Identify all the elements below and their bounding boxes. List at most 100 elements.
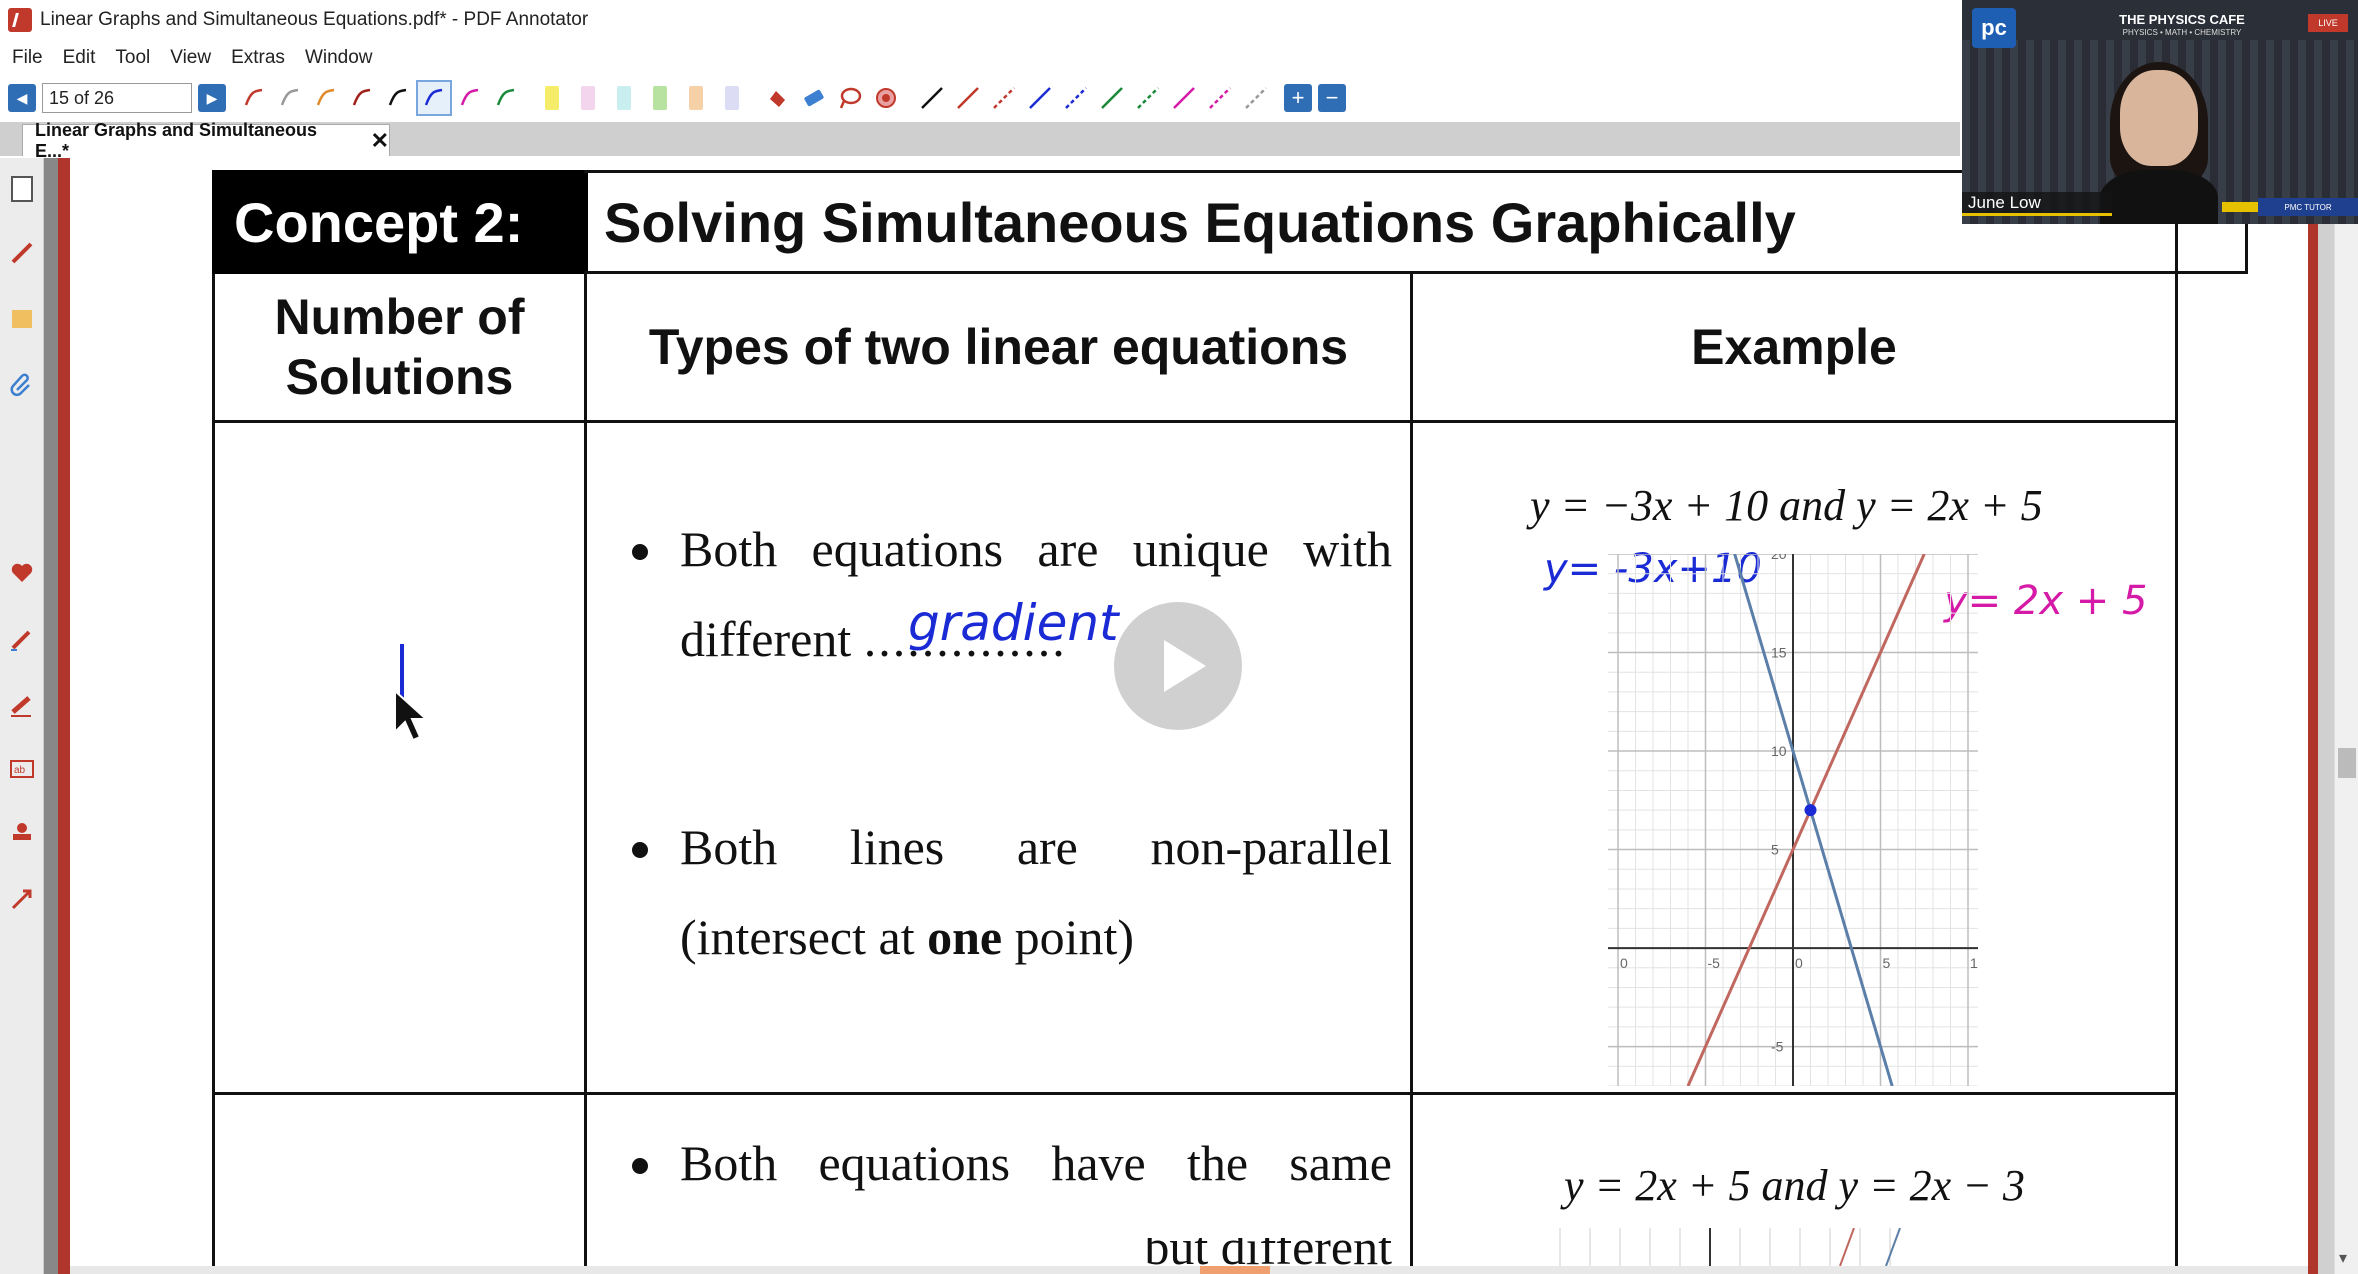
toolbar: ◀ ▶ + − bbox=[0, 78, 1960, 118]
svg-text:ab: ab bbox=[14, 765, 26, 776]
header-example: Example bbox=[1691, 319, 1897, 375]
vertical-scrollbar[interactable]: ▾ bbox=[2334, 158, 2358, 1274]
row1-bullet2-line2: (intersect at one point) bbox=[680, 908, 1134, 966]
highlighter-lavender-icon[interactable] bbox=[714, 80, 750, 116]
eraser-icon[interactable] bbox=[796, 80, 832, 116]
stamp-circle-icon[interactable] bbox=[868, 80, 904, 116]
y-tick-label: 20 bbox=[1771, 554, 1787, 562]
pen-red-icon[interactable] bbox=[236, 80, 272, 116]
highlighter-green-icon[interactable] bbox=[642, 80, 678, 116]
row1-bullet1-line1: Both equations are unique with bbox=[680, 521, 1392, 577]
hand-icon[interactable] bbox=[760, 80, 796, 116]
row-divider bbox=[212, 1092, 2178, 1095]
line-blue-dashed-icon[interactable] bbox=[1058, 80, 1094, 116]
app-icon bbox=[8, 8, 32, 32]
highlighter-tool-icon[interactable] bbox=[7, 624, 37, 654]
intersection-point bbox=[1804, 804, 1817, 817]
physics-cafe-logo: pc bbox=[1972, 8, 2016, 48]
text-box-icon[interactable]: ab bbox=[7, 754, 37, 784]
paperclip-icon[interactable] bbox=[7, 370, 37, 400]
menu-view[interactable]: View bbox=[170, 47, 211, 69]
prev-page-icon[interactable]: ◀ bbox=[8, 84, 36, 112]
video-play-button[interactable] bbox=[1114, 602, 1242, 730]
menu-edit[interactable]: Edit bbox=[63, 47, 96, 69]
tutor-badge: PMC TUTOR bbox=[2258, 198, 2358, 216]
line-magenta-icon[interactable] bbox=[1166, 80, 1202, 116]
tab-document-label: Linear Graphs and Simultaneous E...* bbox=[35, 119, 318, 161]
menu-bar: File Edit Tool View Extras Window bbox=[0, 42, 373, 74]
webcam-subtitle: PHYSICS • MATH • CHEMISTRY bbox=[2122, 28, 2242, 37]
zoom-in-icon[interactable]: + bbox=[1284, 84, 1312, 112]
pen-black-icon[interactable] bbox=[380, 80, 416, 116]
page-number-field[interactable] bbox=[42, 83, 192, 113]
marker-tool-icon[interactable] bbox=[7, 690, 37, 720]
line-black-icon[interactable] bbox=[914, 80, 950, 116]
mouse-cursor-icon bbox=[394, 688, 429, 742]
table-border-right bbox=[2175, 170, 2178, 1274]
scrollbar-thumb[interactable] bbox=[2338, 748, 2356, 778]
pen-gray-icon[interactable] bbox=[272, 80, 308, 116]
row2-graph-preview bbox=[1559, 1228, 1901, 1266]
line-magenta-dashed-icon[interactable] bbox=[1202, 80, 1238, 116]
pdf-page: Concept 2: Solving Simultaneous Equation… bbox=[70, 158, 2308, 1274]
left-sidebar: ab bbox=[0, 158, 44, 1274]
pen-tool-icon[interactable] bbox=[7, 238, 37, 268]
next-page-icon[interactable]: ▶ bbox=[198, 84, 226, 112]
menu-tool[interactable]: Tool bbox=[115, 47, 150, 69]
y-tick-label: 5 bbox=[1771, 842, 1779, 858]
x-tick-label: 5 bbox=[1883, 955, 1891, 971]
highlighter-orange-icon[interactable] bbox=[678, 80, 714, 116]
line-green-icon[interactable] bbox=[1094, 80, 1130, 116]
example-graph: 0 -5 0 5 1 -5 5 10 15 20 bbox=[1608, 554, 1978, 1086]
left-margin-stripe bbox=[58, 158, 70, 1274]
zoom-out-icon[interactable]: − bbox=[1318, 84, 1346, 112]
pen-green-icon[interactable] bbox=[488, 80, 524, 116]
arrow-tool-icon[interactable] bbox=[7, 884, 37, 914]
pen-orange-icon[interactable] bbox=[308, 80, 344, 116]
page-thumbnail-icon[interactable] bbox=[7, 174, 37, 204]
favorites-heart-icon[interactable] bbox=[7, 558, 37, 588]
pen-darkred-icon[interactable] bbox=[344, 80, 380, 116]
row2-example-equation: y = 2x + 5 and y = 2x − 3 bbox=[1564, 1161, 2025, 1210]
row2-bullet1-line1: Both equations have the same bbox=[680, 1135, 1392, 1191]
line-red-dashed-icon[interactable] bbox=[986, 80, 1022, 116]
menu-file[interactable]: File bbox=[12, 47, 43, 69]
tab-bar: Linear Graphs and Simultaneous E...* ✕ bbox=[0, 120, 1960, 161]
bullet-dot bbox=[632, 842, 648, 858]
pen-magenta-icon[interactable] bbox=[452, 80, 488, 116]
intersect-pre: (intersect at bbox=[680, 909, 928, 965]
line-red-icon[interactable] bbox=[950, 80, 986, 116]
left-gutter bbox=[44, 158, 58, 1274]
bullet-dot bbox=[632, 544, 648, 560]
handwritten-gradient: gradient bbox=[908, 594, 1119, 652]
menu-extras[interactable]: Extras bbox=[231, 47, 285, 69]
pdf-annotator-window: { "window": { "title": "Linear Graphs an… bbox=[0, 0, 2358, 1274]
highlighter-pink-icon[interactable] bbox=[570, 80, 606, 116]
tab-document[interactable]: Linear Graphs and Simultaneous E...* ✕ bbox=[22, 120, 390, 161]
highlighter-cyan-icon[interactable] bbox=[606, 80, 642, 116]
close-icon[interactable]: ✕ bbox=[371, 128, 389, 154]
horizontal-scroll-thumb[interactable] bbox=[1200, 1266, 1270, 1274]
window-title: Linear Graphs and Simultaneous Equations… bbox=[40, 9, 589, 30]
live-badge: LIVE bbox=[2308, 14, 2348, 32]
pen-blue-icon[interactable] bbox=[416, 80, 452, 116]
bullet-dot bbox=[632, 1158, 648, 1174]
note-icon[interactable] bbox=[7, 304, 37, 334]
header-number-of-solutions: Number of Solutions bbox=[274, 289, 525, 405]
chevron-down-icon[interactable]: ▾ bbox=[2339, 1248, 2347, 1268]
row1-example-equation: y = −3x + 10 and y = 2x + 5 bbox=[1530, 481, 2043, 530]
table-border-left bbox=[212, 274, 215, 1274]
table-divider-2 bbox=[1410, 274, 1413, 1274]
stamp-icon[interactable] bbox=[7, 818, 37, 848]
line-green-dashed-icon[interactable] bbox=[1130, 80, 1166, 116]
line-blue-icon[interactable] bbox=[1022, 80, 1058, 116]
y-tick-label: 15 bbox=[1771, 645, 1787, 661]
intersect-bold: one bbox=[927, 909, 1003, 965]
horizontal-scrollbar[interactable] bbox=[70, 1266, 2308, 1274]
y-tick-label: 10 bbox=[1771, 743, 1787, 759]
lasso-icon[interactable] bbox=[832, 80, 868, 116]
x-tick-label: -5 bbox=[1708, 955, 1721, 971]
line-gray-dashed-icon[interactable] bbox=[1238, 80, 1274, 116]
menu-window[interactable]: Window bbox=[305, 47, 373, 69]
highlighter-yellow-icon[interactable] bbox=[534, 80, 570, 116]
